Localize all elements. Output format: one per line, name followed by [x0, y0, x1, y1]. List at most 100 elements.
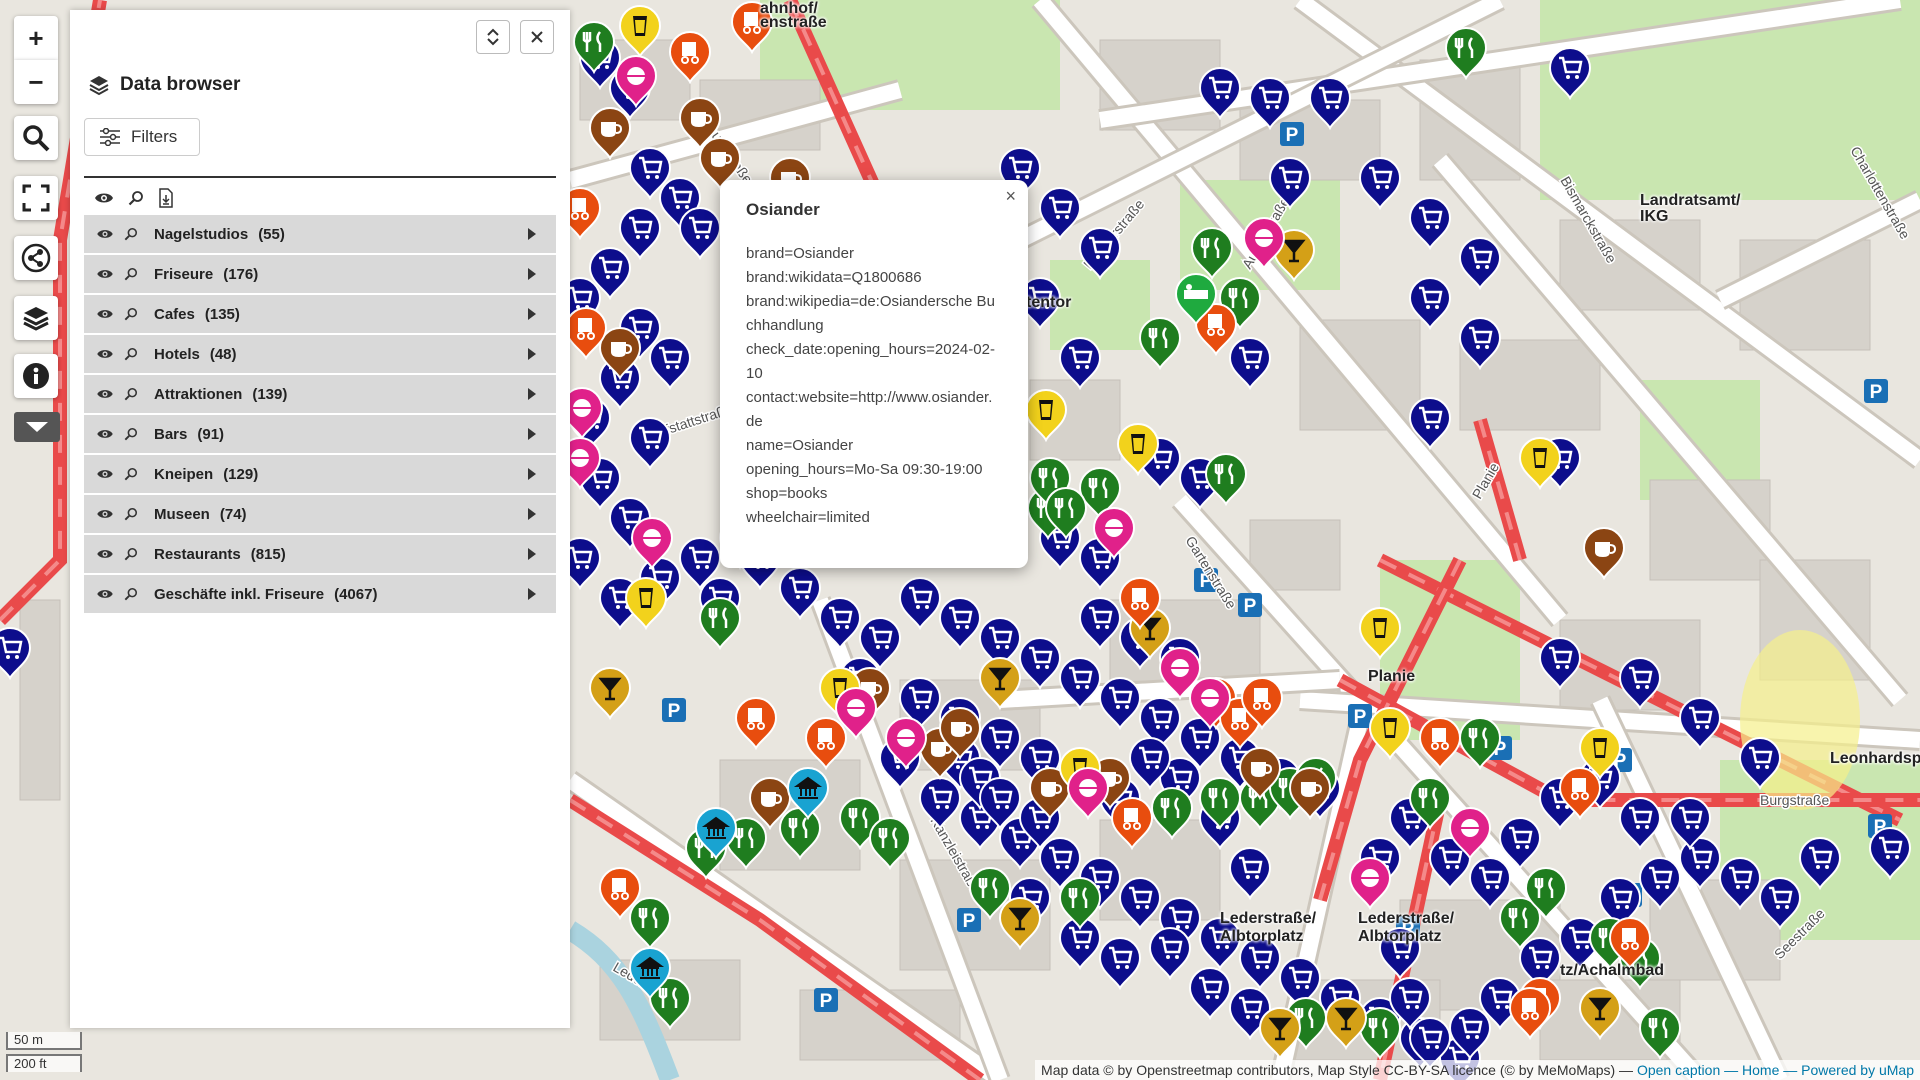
zoom-to-icon[interactable] [124, 387, 138, 401]
zoom-to-icon[interactable] [124, 467, 138, 481]
friseur-marker[interactable] [804, 717, 848, 771]
layer-row[interactable]: Geschäfte inkl. Friseure (4067) [84, 575, 556, 613]
eye-icon[interactable] [96, 308, 114, 320]
zoom-in-button[interactable]: + [14, 16, 58, 60]
expand-arrow-icon[interactable] [528, 348, 536, 360]
shop-marker[interactable] [1098, 937, 1142, 991]
eye-icon[interactable] [96, 468, 114, 480]
shop-marker[interactable] [818, 597, 862, 651]
zoom-to-icon[interactable] [128, 190, 144, 206]
shop-marker[interactable] [1548, 47, 1592, 101]
shop-marker[interactable] [648, 337, 692, 391]
shop-marker[interactable] [1638, 857, 1682, 911]
eye-icon[interactable] [96, 348, 114, 360]
friseur-marker[interactable] [1508, 987, 1552, 1041]
restaurant-marker[interactable] [1058, 877, 1102, 931]
zoom-out-button[interactable]: − [14, 60, 58, 104]
shop-marker[interactable] [1458, 237, 1502, 291]
kneipe-marker[interactable] [588, 667, 632, 721]
shop-marker[interactable] [618, 207, 662, 261]
shop-marker[interactable] [1618, 797, 1662, 851]
shop-marker[interactable] [1408, 397, 1452, 451]
bar-marker[interactable] [1024, 389, 1068, 443]
share-button[interactable] [14, 236, 58, 280]
shop-marker[interactable] [1868, 827, 1912, 881]
eye-icon[interactable] [96, 588, 114, 600]
friseur-marker[interactable] [1110, 797, 1154, 851]
home-link[interactable]: — Home [1724, 1062, 1779, 1078]
shop-marker[interactable] [1228, 847, 1272, 901]
layer-row[interactable]: Hotels (48) [84, 335, 556, 373]
shop-marker[interactable] [1718, 857, 1762, 911]
collapse-panel-button[interactable] [476, 20, 510, 54]
expand-arrow-icon[interactable] [528, 228, 536, 240]
shop-marker[interactable] [1198, 67, 1242, 121]
zoom-to-icon[interactable] [124, 507, 138, 521]
friseur-marker[interactable] [734, 697, 778, 751]
restaurant-marker[interactable] [1458, 717, 1502, 771]
restaurant-marker[interactable] [1204, 453, 1248, 507]
kneipe-marker[interactable] [1258, 1007, 1302, 1061]
eye-icon[interactable] [94, 191, 114, 205]
shop-marker[interactable] [1758, 877, 1802, 931]
powered-by-link[interactable]: — Powered by uMap [1783, 1062, 1914, 1078]
shop-marker[interactable] [1308, 77, 1352, 131]
shop-marker[interactable] [1468, 857, 1512, 911]
restaurant-marker[interactable] [1138, 317, 1182, 371]
more-controls-button[interactable] [14, 412, 60, 442]
shop-marker[interactable] [1618, 657, 1662, 711]
friseur-marker[interactable] [668, 31, 712, 85]
shop-marker[interactable] [1058, 337, 1102, 391]
zoom-to-icon[interactable] [124, 307, 138, 321]
shop-marker[interactable] [678, 207, 722, 261]
eye-icon[interactable] [96, 388, 114, 400]
eye-icon[interactable] [96, 268, 114, 280]
search-button[interactable] [14, 116, 58, 160]
bar-marker[interactable] [618, 5, 662, 59]
layer-row[interactable]: Restaurants (815) [84, 535, 556, 573]
restaurant-marker[interactable] [1638, 1007, 1682, 1061]
shop-marker[interactable] [1228, 337, 1272, 391]
shop-marker[interactable] [0, 627, 32, 681]
shop-marker[interactable] [1538, 637, 1582, 691]
layers-button[interactable] [14, 296, 58, 340]
shop-marker[interactable] [1678, 837, 1722, 891]
shop-marker[interactable] [1038, 187, 1082, 241]
shop-marker[interactable] [1268, 157, 1312, 211]
shop-marker[interactable] [918, 777, 962, 831]
shop-marker[interactable] [1078, 227, 1122, 281]
filters-button[interactable]: Filters [84, 118, 200, 156]
restaurant-marker[interactable] [628, 897, 672, 951]
shop-marker[interactable] [1498, 817, 1542, 871]
cafe-marker[interactable] [1582, 527, 1626, 581]
expand-arrow-icon[interactable] [528, 428, 536, 440]
nagel-marker[interactable] [1348, 857, 1392, 911]
layer-row[interactable]: Museen (74) [84, 495, 556, 533]
fullscreen-button[interactable] [14, 176, 58, 220]
restaurant-marker[interactable] [1150, 787, 1194, 841]
restaurant-marker[interactable] [698, 597, 742, 651]
shop-marker[interactable] [628, 417, 672, 471]
shop-marker[interactable] [1248, 77, 1292, 131]
zoom-to-icon[interactable] [124, 227, 138, 241]
kneipe-marker[interactable] [998, 897, 1042, 951]
layer-row[interactable]: Kneipen (129) [84, 455, 556, 493]
friseur-marker[interactable] [1418, 717, 1462, 771]
restaurant-marker[interactable] [868, 817, 912, 871]
layer-row[interactable]: Bars (91) [84, 415, 556, 453]
cafe-marker[interactable] [588, 107, 632, 161]
info-button[interactable] [14, 354, 58, 398]
close-panel-button[interactable] [520, 20, 554, 54]
zoom-to-icon[interactable] [124, 267, 138, 281]
layer-row[interactable]: Attraktionen (139) [84, 375, 556, 413]
zoom-to-icon[interactable] [124, 587, 138, 601]
expand-arrow-icon[interactable] [528, 308, 536, 320]
expand-arrow-icon[interactable] [528, 268, 536, 280]
shop-marker[interactable] [1408, 277, 1452, 331]
restaurant-marker[interactable] [1444, 27, 1488, 81]
restaurant-marker[interactable] [1190, 227, 1234, 281]
shop-marker[interactable] [1098, 677, 1142, 731]
expand-arrow-icon[interactable] [528, 588, 536, 600]
nagel-marker[interactable] [1066, 767, 1110, 821]
expand-arrow-icon[interactable] [528, 548, 536, 560]
